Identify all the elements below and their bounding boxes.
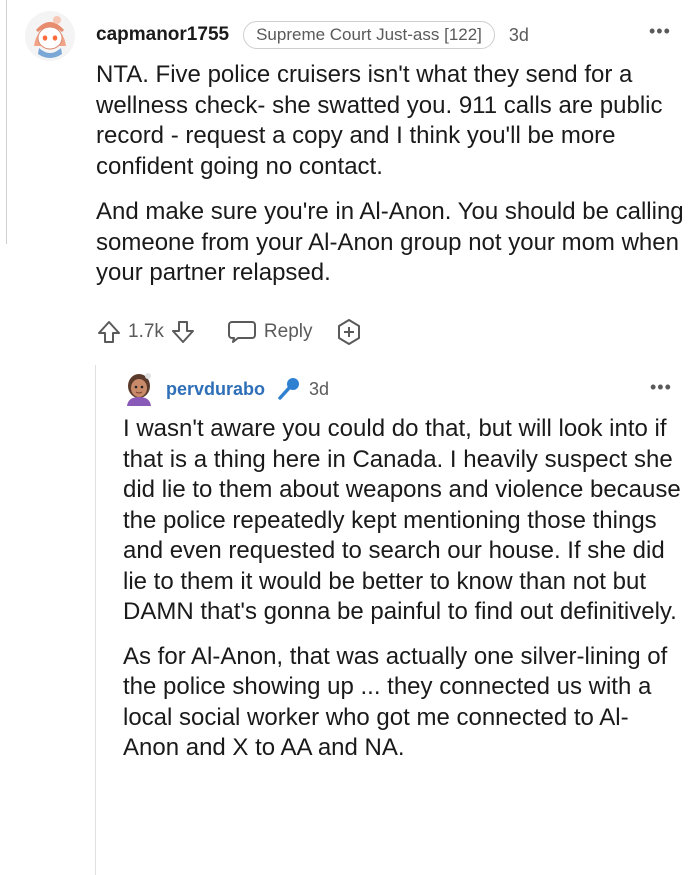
upvote-icon[interactable] bbox=[96, 319, 122, 345]
microphone-icon bbox=[278, 378, 300, 400]
more-options-icon[interactable]: ••• bbox=[649, 22, 671, 40]
comment-body: I wasn't aware you could do that, but wi… bbox=[123, 414, 683, 764]
comment-actions: 1.7k Reply bbox=[96, 312, 363, 352]
award-button[interactable] bbox=[335, 318, 363, 346]
vote-count: 1.7k bbox=[128, 321, 164, 342]
thread-line[interactable] bbox=[95, 365, 96, 875]
username[interactable]: pervdurabo bbox=[166, 379, 265, 400]
reply-meta: pervdurabo 3d bbox=[166, 376, 329, 402]
comment-body: NTA. Five police cruisers isn't what the… bbox=[96, 60, 696, 289]
user-avatar-icon[interactable] bbox=[124, 372, 154, 406]
user-flair: Supreme Court Just-ass [122] bbox=[243, 21, 495, 49]
award-plus-icon bbox=[337, 319, 360, 345]
comment-meta: capmanor1755 Supreme Court Just-ass [122… bbox=[96, 20, 529, 50]
parent-thread-edge bbox=[0, 0, 7, 244]
username[interactable]: capmanor1755 bbox=[96, 24, 229, 46]
downvote-icon[interactable] bbox=[170, 319, 196, 345]
comment-age: 3d bbox=[508, 24, 529, 45]
comment-paragraph: As for Al-Anon, that was actually one si… bbox=[123, 642, 668, 762]
vote-bar: 1.7k bbox=[96, 319, 196, 345]
comment-paragraph: And make sure you're in Al-Anon. You sho… bbox=[96, 198, 684, 286]
comment-paragraph: I wasn't aware you could do that, but wi… bbox=[123, 415, 681, 625]
comment-age: 3d bbox=[309, 378, 330, 399]
more-options-icon[interactable]: ••• bbox=[650, 378, 672, 396]
comment-paragraph: NTA. Five police cruisers isn't what the… bbox=[96, 61, 663, 180]
comment-bubble-icon bbox=[227, 321, 256, 343]
user-avatar-icon[interactable] bbox=[24, 10, 76, 62]
comment-thread: capmanor1755 Supreme Court Just-ass [122… bbox=[0, 0, 700, 875]
reply-label: Reply bbox=[263, 321, 313, 342]
reply-button[interactable]: Reply bbox=[227, 320, 313, 344]
